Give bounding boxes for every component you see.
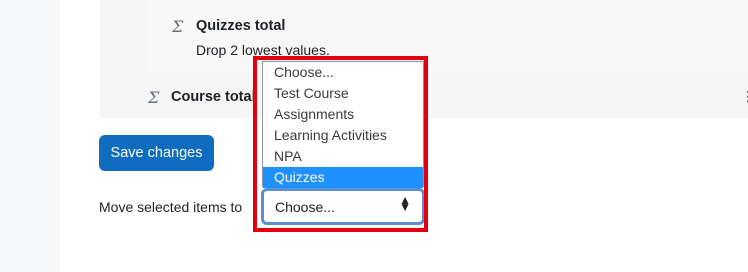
save-changes-button[interactable]: Save changes — [99, 135, 214, 171]
quizzes-total-title: Quizzes total — [196, 18, 286, 34]
quizzes-total-row — [147, 0, 748, 72]
highlight-annotation — [253, 56, 428, 232]
sigma-icon: Σ — [172, 17, 184, 36]
move-selected-label: Move selected items to — [99, 199, 243, 215]
course-total-title: Course total — [171, 89, 256, 105]
kebab-menu-icon[interactable]: ⋮ — [741, 88, 748, 105]
sigma-icon: Σ — [148, 88, 160, 107]
